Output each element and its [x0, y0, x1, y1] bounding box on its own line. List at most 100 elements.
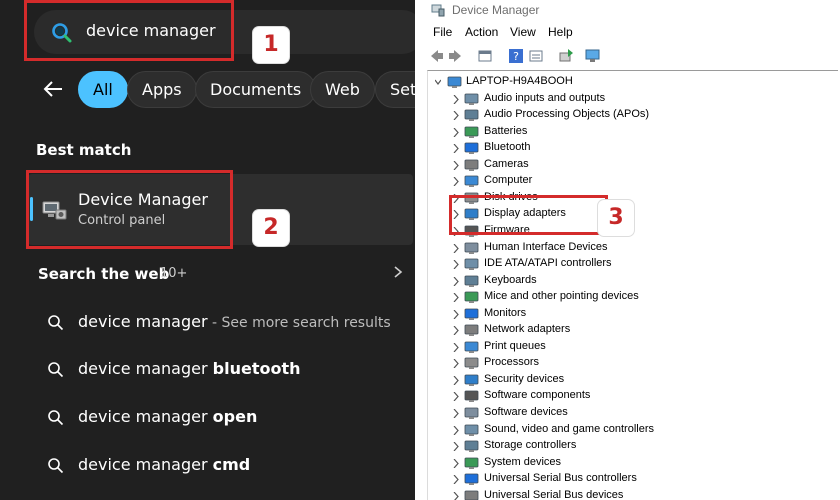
tree-item-label: System devices	[484, 455, 562, 468]
device-category-icon	[464, 242, 479, 254]
tree-item-device-category[interactable]: Storage controllers	[425, 438, 840, 455]
tree-item-label: Storage controllers	[484, 439, 577, 452]
tree-item-label: Audio inputs and outputs	[484, 91, 606, 104]
tree-item-device-category[interactable]: Bluetooth	[425, 140, 840, 157]
tree-item-label: Sound, video and game controllers	[484, 422, 654, 435]
tree-item-device-category[interactable]: IDE ATA/ATAPI controllers	[425, 256, 840, 273]
web-result-row[interactable]: device manager bluetooth	[0, 349, 415, 389]
tree-item-device-category[interactable]: Audio inputs and outputs	[425, 91, 840, 108]
chevron-right-icon[interactable]	[453, 111, 459, 121]
magnifier-icon	[48, 315, 64, 331]
filter-chip-apps[interactable]: Apps	[127, 71, 197, 108]
tree-item-device-category[interactable]: Universal Serial Bus devices	[425, 488, 840, 500]
step-badge-3: 3	[598, 200, 634, 236]
tree-item-device-category[interactable]: Universal Serial Bus controllers	[425, 471, 840, 488]
web-result-row[interactable]: device manager open	[0, 397, 415, 437]
forward-icon[interactable]	[447, 48, 463, 64]
device-category-icon	[464, 440, 479, 453]
properties-icon[interactable]	[477, 48, 493, 64]
svg-text:?: ?	[513, 50, 519, 63]
chevron-down-icon[interactable]	[435, 78, 441, 87]
device-category-icon	[464, 357, 479, 370]
chevron-right-icon[interactable]	[453, 260, 459, 270]
chevron-right-icon[interactable]	[453, 293, 459, 303]
scan-hardware-icon[interactable]	[585, 48, 601, 64]
tree-item-device-category[interactable]: Batteries	[425, 124, 840, 141]
chevron-right-icon[interactable]	[453, 458, 459, 468]
tree-item-device-category[interactable]: Software devices	[425, 405, 840, 422]
filter-chip-documents[interactable]: Documents	[195, 71, 317, 108]
tree-item-device-category[interactable]: Software components	[425, 388, 840, 405]
tree-item-label: Universal Serial Bus devices	[484, 488, 624, 500]
tree-item-device-category[interactable]: System devices	[425, 455, 840, 472]
highlight-box-search	[24, 0, 234, 61]
help-icon[interactable]: ?	[508, 48, 524, 64]
device-category-icon	[464, 142, 479, 155]
chevron-right-icon[interactable]	[453, 160, 459, 170]
chevron-right-icon[interactable]	[453, 127, 459, 137]
tree-item-label: LAPTOP-H9A4BOOH	[466, 75, 573, 87]
web-result-row[interactable]: device manager cmd	[0, 445, 415, 485]
highlight-box-best-match	[26, 170, 233, 249]
tree-item-label: Mice and other pointing devices	[484, 290, 639, 303]
chevron-right-icon[interactable]	[453, 409, 459, 418]
tree-item-label: Universal Serial Bus controllers	[484, 472, 637, 485]
tree-item-device-category[interactable]: Cameras	[425, 157, 840, 174]
chevron-right-icon[interactable]	[453, 144, 459, 154]
tree-item-label: Computer	[484, 174, 533, 187]
tree-item-device-category[interactable]: Processors	[425, 355, 840, 372]
chevron-right-icon[interactable]	[453, 375, 459, 385]
tree-item-device-category[interactable]: Print queues	[425, 339, 840, 356]
chevron-right-icon[interactable]	[453, 177, 459, 187]
device-category-icon	[464, 126, 479, 138]
filter-chip-web[interactable]: Web	[310, 71, 375, 108]
toolbar: ?	[425, 44, 840, 68]
view-icon[interactable]	[528, 48, 544, 64]
menu-view[interactable]: View	[510, 25, 536, 39]
menu-help[interactable]: Help	[548, 25, 573, 39]
chevron-right-icon[interactable]	[453, 276, 459, 286]
web-result-row[interactable]: device manager - See more search results	[0, 302, 415, 342]
device-category-icon	[464, 457, 479, 469]
window-title: Device Manager	[452, 3, 540, 17]
tree-item-device-category[interactable]: Human Interface Devices	[425, 240, 840, 257]
chevron-right-icon[interactable]	[453, 243, 459, 253]
device-category-icon	[464, 341, 479, 353]
back-icon[interactable]	[429, 48, 445, 64]
chevron-right-icon[interactable]	[453, 342, 459, 352]
back-arrow-icon[interactable]	[42, 78, 64, 100]
tree-item-device-category[interactable]: Audio Processing Objects (APOs)	[425, 107, 840, 124]
tree-root-computer[interactable]: LAPTOP-H9A4BOOH	[425, 74, 840, 91]
chevron-right-icon[interactable]	[453, 309, 459, 319]
tree-item-label: Security devices	[484, 372, 565, 385]
tree-item-device-category[interactable]: Sound, video and game controllers	[425, 422, 840, 439]
tree-item-device-category[interactable]: Mice and other pointing devices	[425, 289, 840, 306]
tree-item-label: Human Interface Devices	[484, 240, 608, 253]
tree-item-device-category[interactable]: Monitors	[425, 306, 840, 323]
tree-item-device-category[interactable]: Security devices	[425, 372, 840, 389]
chevron-right-icon[interactable]	[392, 265, 404, 279]
tree-item-device-category[interactable]: Network adapters	[425, 322, 840, 339]
highlight-box-display-adapters	[449, 195, 608, 235]
tree-item-device-category[interactable]: Keyboards	[425, 273, 840, 290]
windows-search-panel: device manager 1 All Apps Documents Web …	[0, 0, 415, 500]
menu-action[interactable]: Action	[465, 25, 498, 39]
chevron-right-icon[interactable]	[453, 359, 459, 369]
filter-chip-settings[interactable]: Sett	[375, 71, 415, 108]
step-badge-1: 1	[253, 27, 289, 63]
web-result-text: device manager open	[78, 407, 258, 426]
tree-item-label: Software components	[484, 389, 591, 402]
chevron-right-icon[interactable]	[453, 442, 459, 452]
chevron-right-icon[interactable]	[453, 475, 459, 485]
device-category-icon	[464, 374, 479, 386]
chevron-right-icon[interactable]	[453, 94, 459, 104]
chevron-right-icon[interactable]	[453, 326, 459, 336]
chevron-right-icon[interactable]	[453, 491, 459, 500]
chevron-right-icon[interactable]	[453, 392, 459, 402]
filter-chip-all[interactable]: All	[78, 71, 128, 108]
tree-item-device-category[interactable]: Computer	[425, 173, 840, 190]
chevron-right-icon[interactable]	[453, 425, 459, 435]
menu-file[interactable]: File	[433, 25, 452, 39]
update-driver-icon[interactable]	[558, 48, 574, 64]
tree-item-label: Bluetooth	[484, 141, 531, 154]
